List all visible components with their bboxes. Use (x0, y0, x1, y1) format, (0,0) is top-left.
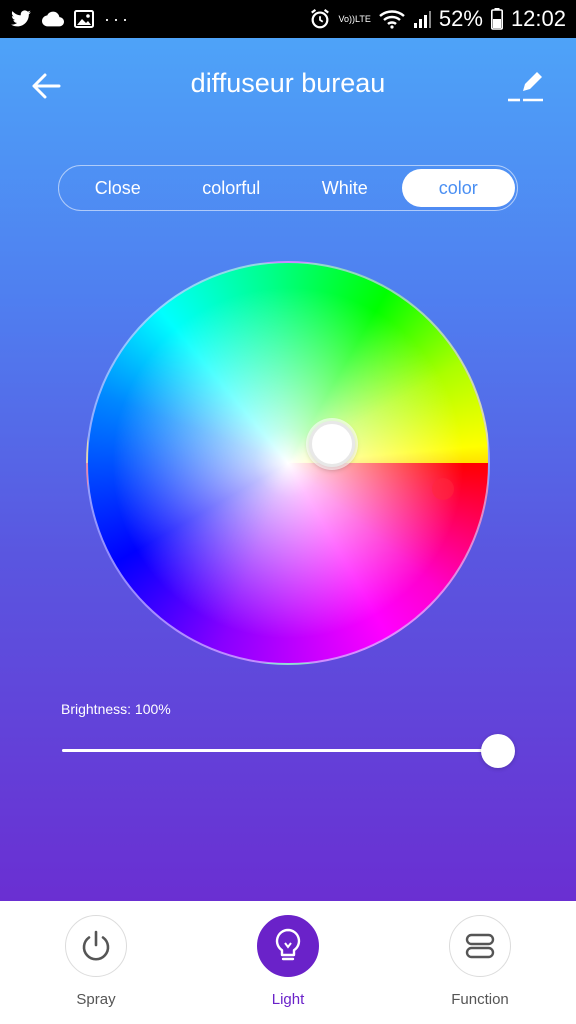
status-right-icons: Vo)) LTE 52% 12:02 (309, 6, 566, 32)
tab-color[interactable]: color (401, 169, 515, 207)
cloud-icon (42, 11, 64, 27)
tab-white[interactable]: White (288, 169, 402, 207)
nav-spray[interactable]: Spray (26, 915, 166, 1008)
brightness-label: Brightness: 100% (61, 701, 171, 717)
color-picker-handle[interactable] (309, 421, 355, 467)
twitter-icon (10, 10, 32, 28)
status-left-icons: ··· (10, 9, 131, 30)
status-bar: ··· Vo)) LTE 52% 12:02 (0, 0, 576, 38)
volte-indicator: Vo)) LTE (339, 14, 371, 24)
header: diffuseur bureau (0, 38, 576, 130)
image-icon (74, 10, 94, 28)
nav-spray-label: Spray (76, 991, 116, 1008)
bulb-icon (275, 928, 301, 961)
nav-light-label: Light (271, 991, 305, 1008)
tab-close[interactable]: Close (61, 169, 175, 207)
battery-icon (490, 8, 503, 30)
signal-icon (413, 10, 431, 28)
wheel-reference-dot (432, 478, 454, 500)
bottom-nav: Spray Light Function (0, 901, 576, 1024)
volte-top-text: Vo)) (338, 14, 356, 24)
nav-function-button[interactable] (449, 915, 511, 977)
mode-tabs: Close colorful White color (58, 165, 518, 211)
edit-icon (508, 72, 543, 102)
battery-percent: 52% (438, 6, 483, 31)
alarm-icon (309, 8, 331, 30)
more-dots-icon: ··· (104, 8, 131, 29)
brightness-slider-thumb[interactable] (481, 734, 515, 768)
nav-light[interactable]: Light (218, 915, 358, 1008)
tab-colorful[interactable]: colorful (175, 169, 289, 207)
power-icon (82, 930, 110, 961)
color-wheel[interactable] (86, 261, 490, 665)
volte-bottom-text: LTE (355, 14, 371, 24)
wifi-icon (379, 9, 405, 29)
nav-spray-button[interactable] (65, 915, 127, 977)
function-icon (465, 933, 495, 959)
nav-light-button[interactable] (257, 915, 319, 977)
nav-function[interactable]: Function (410, 915, 550, 1008)
nav-function-label: Function (451, 991, 509, 1008)
brightness-slider-fill (62, 749, 498, 752)
status-time: 12:02 (510, 6, 566, 31)
page-title: diffuseur bureau (190, 68, 386, 98)
brightness-slider-track[interactable] (62, 749, 498, 752)
edit-button[interactable] (502, 62, 550, 110)
